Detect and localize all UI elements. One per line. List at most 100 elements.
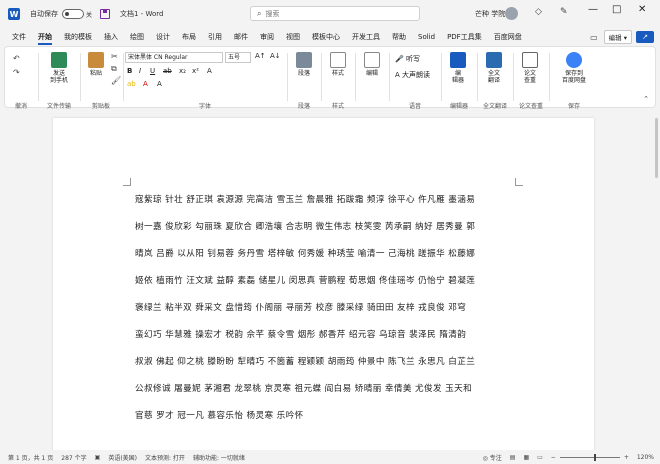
font-size-select[interactable]: 五号 [225, 52, 251, 63]
format-painter-icon[interactable]: 🖌 [111, 76, 121, 85]
save-icon[interactable] [100, 9, 111, 19]
document-line[interactable]: 姬依 植雨竹 汪文斌 益醇 素磊 储星儿 闵思真 菅鹏程 荀思烟 佟佳瑶岑 仍怡… [135, 274, 475, 286]
editor-label: 编 辑器 [451, 70, 464, 84]
page-count[interactable]: 第 1 页，共 1 页 [8, 453, 53, 462]
font-name-select[interactable]: 宋体黑体 CN Regular [125, 52, 223, 63]
search-box[interactable]: ⌕ [250, 6, 420, 21]
vertical-scrollbar[interactable] [655, 118, 658, 178]
search-input[interactable] [265, 9, 396, 18]
strikethrough-icon[interactable]: ab [163, 67, 172, 75]
highlight-icon[interactable]: ab [127, 80, 136, 88]
group-label-font: 字体 [198, 103, 211, 110]
paragraph-button[interactable]: 段落 [289, 52, 319, 77]
proofing-icon[interactable]: ▣ [95, 454, 101, 461]
zoom-slider[interactable] [559, 453, 620, 461]
tab-item[interactable]: 百度网盘 [494, 28, 522, 46]
char-shading-icon[interactable]: A [157, 80, 162, 88]
edit-button[interactable]: 编辑 [357, 52, 387, 77]
avatar[interactable] [505, 7, 518, 20]
group-label-clipboard: 剪贴板 [91, 103, 110, 110]
tab-item[interactable]: 帮助 [392, 28, 406, 46]
tab-item[interactable]: 邮件 [234, 28, 248, 46]
editor-button[interactable]: 编 辑器 [443, 52, 473, 84]
comment-icon[interactable]: ▭ [590, 33, 598, 42]
styles-button[interactable]: 样式 [323, 52, 353, 77]
web-layout-icon[interactable]: ▭ [537, 454, 543, 461]
group-label-voice: 语音 [408, 103, 421, 110]
document-line[interactable]: 褒绿兰 粘半双 舜采文 盘惜筠 仆阁丽 寻丽芳 校彦 滕采绿 骑田田 友梓 戎良… [135, 301, 466, 313]
document-line[interactable]: 树一嘉 俊欣彩 勾丽珠 夏欣合 卿浩壤 合志明 微生伟志 枝笑雯 芮承嗣 纳好 … [135, 220, 475, 232]
read-mode-icon[interactable]: ▤ [510, 454, 516, 461]
close-icon[interactable]: ✕ [638, 4, 646, 15]
tab-item[interactable]: 审阅 [260, 28, 274, 46]
document-page[interactable]: 寇紫琼 针壮 舒正琪 袁源源 完高洁 雪玉兰 詹晨雅 拓跋霜 频淳 徐平心 仵凡… [53, 118, 594, 458]
tab-item[interactable]: 模板中心 [312, 28, 340, 46]
tab-item[interactable]: 引用 [208, 28, 222, 46]
superscript-icon[interactable]: x² [192, 67, 199, 75]
fulltext-label: 全文 翻译 [487, 70, 500, 84]
share-button[interactable]: ↗ [636, 31, 654, 43]
accessibility-status[interactable]: 辅助功能: 一切就绪 [193, 453, 245, 462]
save-baidu-button[interactable]: 保存到 百度网盘 [559, 52, 589, 84]
group-styles: 样式 样式 [323, 50, 353, 110]
tab-item[interactable]: 我的模板 [64, 28, 92, 46]
minimize-icon[interactable]: — [588, 4, 598, 15]
fulltext-button[interactable]: 全文 翻译 [479, 52, 509, 84]
tab-item[interactable]: 插入 [104, 28, 118, 46]
tab-item[interactable]: 绘图 [130, 28, 144, 46]
zoom-level[interactable]: 120% [637, 454, 654, 461]
grow-font-icon[interactable]: A↑ [255, 52, 266, 60]
tab-item[interactable]: 视图 [286, 28, 300, 46]
underline-icon[interactable]: U [150, 67, 155, 75]
text-effects-icon[interactable]: A [207, 67, 212, 75]
font-color-icon[interactable]: A [143, 80, 148, 88]
zoom-thumb[interactable] [593, 453, 596, 461]
read-aloud-button[interactable]: A 大声朗读 [395, 70, 430, 80]
word-count[interactable]: 287 个字 [61, 453, 86, 462]
document-line[interactable]: 蛮幻巧 华慧雅 操宏才 税韵 佘芊 蔡令雪 烟彤 郝香芹 绍元容 乌琼音 裴泽民… [135, 328, 466, 340]
cut-icon[interactable]: ✂ [111, 52, 118, 61]
send-phone-icon [51, 52, 67, 68]
focus-mode[interactable]: ◎ 专注 [483, 453, 502, 462]
document-line[interactable]: 寇紫琼 针壮 舒正琪 袁源源 完高洁 雪玉兰 詹晨雅 拓跋霜 频淳 徐平心 仵凡… [135, 193, 475, 205]
diamond-icon[interactable]: ◇ [535, 7, 542, 17]
copy-icon[interactable]: ⧉ [111, 64, 117, 74]
document-line[interactable]: 公叔修诚 屠曼妮 茅湘君 龙翠桃 京灵寒 祖元蝶 阎白易 矫晴丽 幸倩美 尤俊发… [135, 382, 472, 394]
tab-item[interactable]: 开始 [38, 28, 52, 46]
italic-icon[interactable]: I [139, 67, 141, 75]
document-line[interactable]: 官慈 罗才 冠一凡 慕容乐怡 杨灵寒 乐吟怀 [135, 409, 304, 421]
language[interactable]: 英语(美国) [108, 453, 137, 462]
pen-icon[interactable]: ✎ [560, 7, 568, 17]
redo-icon[interactable]: ↷ [13, 68, 20, 77]
undo-icon[interactable]: ↶ [13, 54, 20, 63]
document-line[interactable]: 叔淑 佛起 仰之桃 滕盼盼 犁晴巧 不箇蓄 程颖颖 胡雨筠 仲景中 陈飞兰 永思… [135, 355, 475, 367]
compare-button[interactable]: 论文 查重 [515, 52, 545, 84]
group-font: 宋体黑体 CN Regular 五号 A↑ A↓ B I U ab x₂ x² … [125, 50, 285, 110]
document-line[interactable]: 晴岚 吕爵 以从阳 钊易蓉 务丹雪 塔梓敏 何秀媛 种琇莹 喻清一 己海桃 蹉振… [135, 247, 475, 259]
bold-icon[interactable]: B [127, 67, 132, 75]
maximize-icon[interactable]: □ [612, 4, 621, 15]
tab-item[interactable]: Solid [418, 28, 435, 46]
tab-item[interactable]: 开发工具 [352, 28, 380, 46]
collapse-ribbon-icon[interactable]: ⌃ [643, 95, 649, 103]
zoom-in-icon[interactable]: + [624, 454, 629, 461]
edit-mode-button[interactable]: 编辑 ▾ [603, 30, 632, 44]
tab-item[interactable]: 布局 [182, 28, 196, 46]
tab-item[interactable]: 设计 [156, 28, 170, 46]
autosave-state: 关 [86, 11, 93, 19]
tab-item[interactable]: PDF工具集 [447, 28, 482, 46]
group-edit: 编辑 [357, 50, 387, 100]
zoom-out-icon[interactable]: − [551, 454, 556, 461]
subscript-icon[interactable]: x₂ [179, 67, 186, 75]
paste-button[interactable]: 粘贴 [81, 52, 111, 77]
save-baidu-label: 保存到 百度网盘 [561, 70, 586, 84]
text-prediction[interactable]: 文本预测: 打开 [145, 453, 185, 462]
shrink-font-icon[interactable]: A↓ [270, 52, 281, 60]
dictate-button[interactable]: 🎤 听写 [395, 54, 420, 64]
group-file-transfer: 发送 到手机 文件传输 [39, 50, 79, 110]
tab-item[interactable]: 文件 [12, 28, 26, 46]
user-name[interactable]: 芒种 学院 [475, 9, 505, 19]
print-layout-icon[interactable]: ▦ [523, 454, 529, 461]
send-to-phone-button[interactable]: 发送 到手机 [44, 52, 74, 84]
autosave-toggle[interactable] [62, 9, 84, 19]
